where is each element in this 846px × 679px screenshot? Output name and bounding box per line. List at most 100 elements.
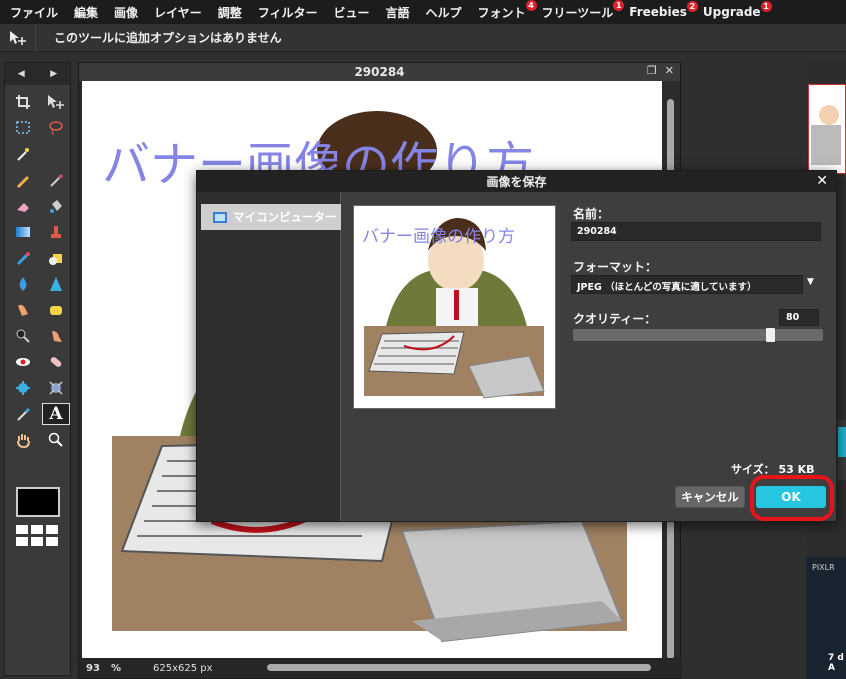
sponge-tool-icon[interactable] <box>42 299 70 321</box>
zoom-unit: % <box>111 662 122 674</box>
ad-text: 7 d A <box>828 653 844 673</box>
blur-tool-icon[interactable] <box>9 273 37 295</box>
magic-wand-icon[interactable] <box>9 143 37 165</box>
menu-label: Freebies <box>629 5 687 19</box>
swatch-grid-icon[interactable] <box>16 525 58 546</box>
marquee-tool-icon[interactable] <box>9 117 37 139</box>
format-label: フォーマット： <box>573 260 658 274</box>
close-icon[interactable]: ✕ <box>665 64 674 77</box>
menu-label: 調整 <box>217 5 242 20</box>
navigator-thumbnail[interactable] <box>808 84 846 174</box>
bloat-tool-icon[interactable] <box>9 377 37 399</box>
save-location-list: マイコンピューター <box>197 192 341 521</box>
ad-brand: PIXLR <box>812 563 835 572</box>
options-message: このツールに追加オプションはありません <box>54 31 282 45</box>
move-tool-icon[interactable] <box>42 91 70 113</box>
notification-badge: 1 <box>760 1 772 12</box>
menu-label: フリーツール <box>541 5 614 20</box>
drawing-tool-icon[interactable] <box>42 247 70 269</box>
menu-label: フィルター <box>257 5 318 20</box>
cancel-button[interactable]: キャンセル <box>675 486 745 508</box>
pencil-tool-icon[interactable] <box>9 169 37 191</box>
menu-label: ファイル <box>10 5 59 20</box>
image-preview: バナー画像の作り方 <box>353 205 556 409</box>
color-replace-icon[interactable] <box>9 247 37 269</box>
pixlr-editor: ファイル 編集 画像 レイヤー 調整 フィルター ビュー 言語 ヘルプ フォント… <box>0 0 846 679</box>
menu-upgrade[interactable]: Upgrade 1 <box>697 1 772 19</box>
toolbox: ◀ ▶ A <box>4 62 71 676</box>
brush-tool-icon[interactable] <box>42 169 70 191</box>
menu-adjust[interactable]: 調整 <box>212 4 252 21</box>
close-icon[interactable]: ✕ <box>816 173 828 189</box>
maximize-icon[interactable]: ❐ <box>647 64 657 77</box>
name-label: 名前： <box>573 207 610 221</box>
chevron-down-icon[interactable]: ▼ <box>807 277 814 287</box>
save-image-dialog: 画像を保存 ✕ マイコンピューター バナー画像の作り方 名前： 290284 フ… <box>196 170 837 522</box>
name-input[interactable]: 290284 <box>571 222 821 241</box>
computer-icon <box>213 211 227 223</box>
document-title-bar[interactable]: 290284 ❐ ✕ <box>79 63 680 81</box>
quality-label: クオリティー： <box>573 312 657 326</box>
color-picker-icon[interactable] <box>9 403 37 425</box>
collapse-left-icon[interactable]: ◀ <box>18 69 25 79</box>
lasso-tool-icon[interactable] <box>42 117 70 139</box>
toolbox-header: ◀ ▶ <box>5 63 70 85</box>
dodge-tool-icon[interactable] <box>9 325 37 347</box>
menu-filter[interactable]: フィルター <box>252 4 328 21</box>
menu-help[interactable]: ヘルプ <box>420 4 472 21</box>
menu-label: レイヤー <box>154 5 202 20</box>
empty-slot <box>42 143 70 165</box>
menu-label: ヘルプ <box>425 5 462 20</box>
spot-heal-icon[interactable] <box>42 351 70 373</box>
menu-label: 言語 <box>385 5 410 20</box>
collapse-right-icon[interactable]: ▶ <box>50 69 57 79</box>
menu-image[interactable]: 画像 <box>108 4 148 21</box>
preview-illustration: バナー画像の作り方 <box>362 218 545 399</box>
menu-layer[interactable]: レイヤー <box>148 4 212 21</box>
image-size: 625x625 px <box>153 662 213 674</box>
panel-tab[interactable] <box>838 427 846 457</box>
menu-label: 画像 <box>114 5 139 20</box>
hand-tool-icon[interactable] <box>9 429 37 451</box>
document-title: 290284 <box>354 65 405 79</box>
navigator-preview <box>811 105 841 165</box>
menu-language[interactable]: 言語 <box>379 4 419 21</box>
menu-fonts[interactable]: フォント 4 <box>472 0 537 21</box>
save-location-my-computer[interactable]: マイコンピューター <box>201 204 341 230</box>
save-location-label: マイコンピューター <box>233 210 337 224</box>
menu-label: フォント <box>477 5 526 20</box>
zoom-tool-icon[interactable] <box>42 429 70 451</box>
red-eye-tool-icon[interactable] <box>9 351 37 373</box>
menu-bar: ファイル 編集 画像 レイヤー 調整 フィルター ビュー 言語 ヘルプ フォント… <box>0 0 846 24</box>
quality-slider[interactable] <box>573 328 823 342</box>
menu-freebies[interactable]: Freebies 2 <box>623 1 698 19</box>
paint-bucket-icon[interactable] <box>42 195 70 217</box>
quality-slider-thumb[interactable] <box>766 328 775 342</box>
move-tool-icon <box>0 23 36 52</box>
gradient-tool-icon[interactable] <box>9 221 37 243</box>
menu-view[interactable]: ビュー <box>327 4 379 21</box>
highlight-ring <box>750 475 834 521</box>
format-select[interactable]: JPEG （ほとんどの写真に適しています） <box>571 275 803 294</box>
eraser-tool-icon[interactable] <box>9 195 37 217</box>
menu-label: 編集 <box>74 5 99 20</box>
crop-tool-icon[interactable] <box>9 91 37 113</box>
type-tool-icon[interactable]: A <box>42 403 70 425</box>
sharpen-tool-icon[interactable] <box>42 273 70 295</box>
tool-options-bar: このツールに追加オプションはありません <box>0 23 846 52</box>
menu-label: Upgrade <box>702 5 761 19</box>
quality-input[interactable]: 80 <box>779 309 819 326</box>
smudge-tool-icon[interactable] <box>9 299 37 321</box>
dialog-title-bar[interactable]: 画像を保存 ✕ <box>197 171 836 192</box>
pinch-tool-icon[interactable] <box>42 377 70 399</box>
ad-banner[interactable]: PIXLR 7 d A <box>806 557 846 679</box>
menu-free-tools[interactable]: フリーツール 1 <box>536 0 625 21</box>
horizontal-scrollbar[interactable] <box>267 664 651 671</box>
clone-stamp-icon[interactable] <box>42 221 70 243</box>
menu-edit[interactable]: 編集 <box>68 4 108 21</box>
zoom-value[interactable]: 93 <box>79 663 107 674</box>
foreground-color-swatch[interactable] <box>16 487 60 517</box>
menu-file[interactable]: ファイル <box>4 4 68 21</box>
burn-tool-icon[interactable] <box>42 325 70 347</box>
menu-label: ビュー <box>333 5 370 20</box>
